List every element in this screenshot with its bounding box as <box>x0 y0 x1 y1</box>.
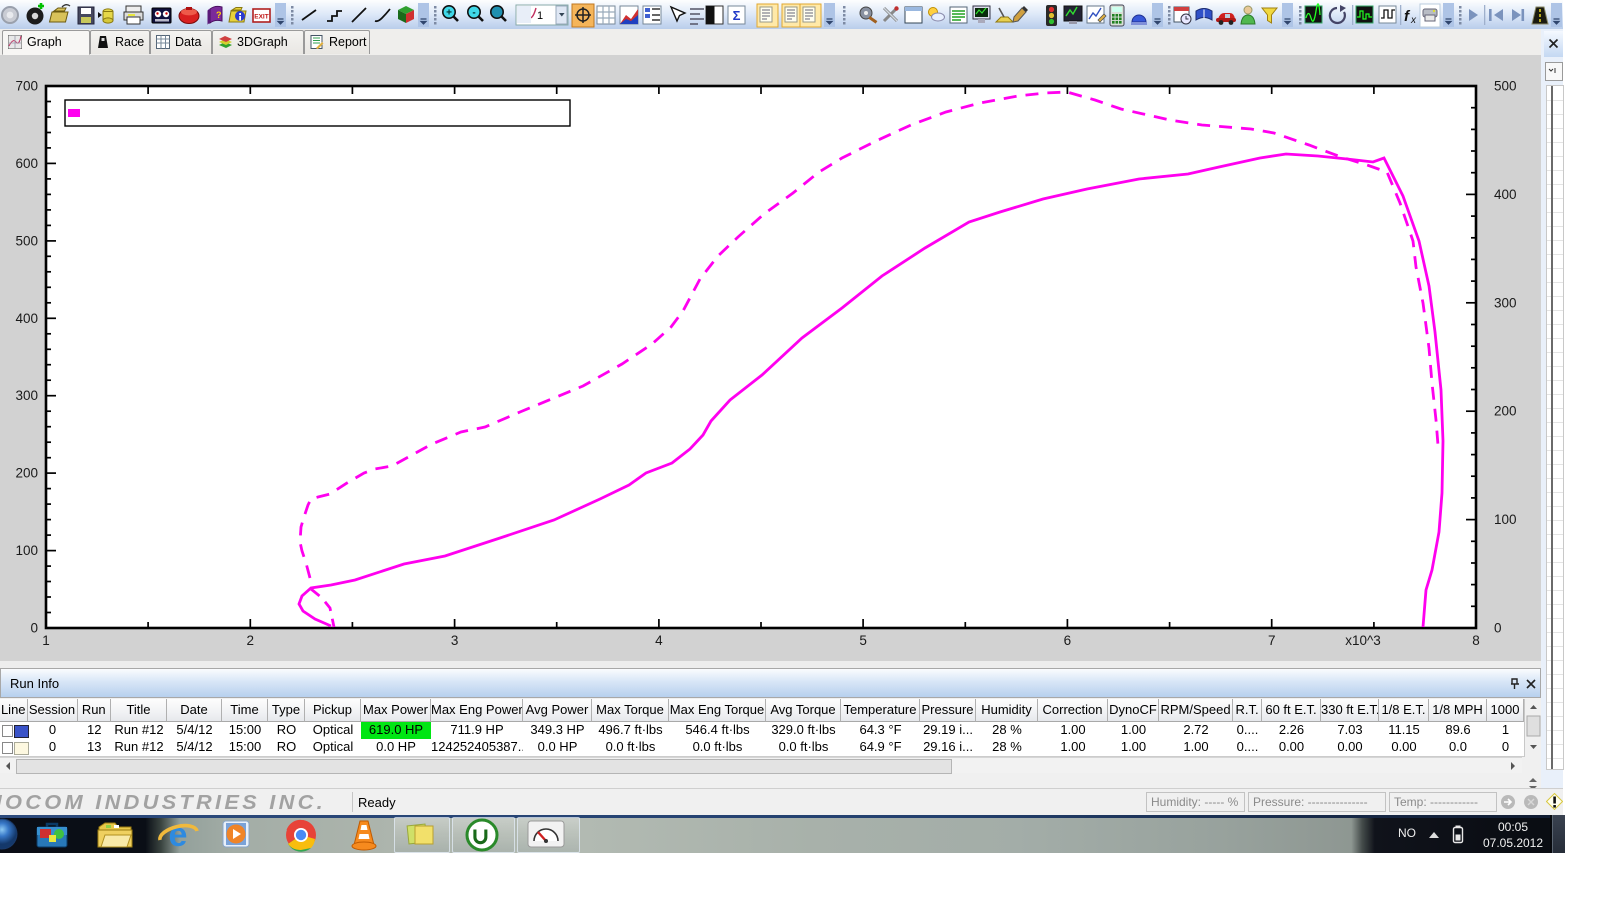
svg-text:400: 400 <box>15 311 38 326</box>
svg-text:+: + <box>446 8 452 19</box>
svg-text:f: f <box>1404 8 1411 25</box>
svg-text:2: 2 <box>247 633 255 648</box>
svg-text:7: 7 <box>1268 633 1276 648</box>
svg-text:300: 300 <box>1494 295 1517 310</box>
svg-text:200: 200 <box>15 466 38 481</box>
svg-text:Σ: Σ <box>733 8 741 23</box>
svg-text:200: 200 <box>1494 404 1517 419</box>
svg-text:e: e <box>169 816 188 854</box>
svg-text:100: 100 <box>1494 512 1517 527</box>
svg-text:100: 100 <box>15 543 38 558</box>
svg-text:x: x <box>1410 15 1417 26</box>
svg-text:600: 600 <box>15 156 38 171</box>
svg-text:700: 700 <box>15 79 38 94</box>
svg-text:0: 0 <box>1494 621 1502 636</box>
svg-text:500: 500 <box>15 233 38 248</box>
svg-text:-: - <box>472 8 475 19</box>
svg-text:x10^3: x10^3 <box>1345 633 1381 648</box>
svg-text:300: 300 <box>15 388 38 403</box>
svg-text:1: 1 <box>42 633 50 648</box>
svg-text:5: 5 <box>859 633 867 648</box>
svg-text:6: 6 <box>1064 633 1072 648</box>
svg-text:EXIT: EXIT <box>254 14 268 21</box>
svg-text:500: 500 <box>1494 79 1517 94</box>
svg-text:400: 400 <box>1494 187 1517 202</box>
svg-text:1: 1 <box>537 10 543 22</box>
svg-text:4: 4 <box>655 633 663 648</box>
svg-text:?: ? <box>216 10 222 20</box>
svg-text:0: 0 <box>30 621 38 636</box>
svg-text:3: 3 <box>451 633 459 648</box>
svg-text:8: 8 <box>1472 633 1480 648</box>
